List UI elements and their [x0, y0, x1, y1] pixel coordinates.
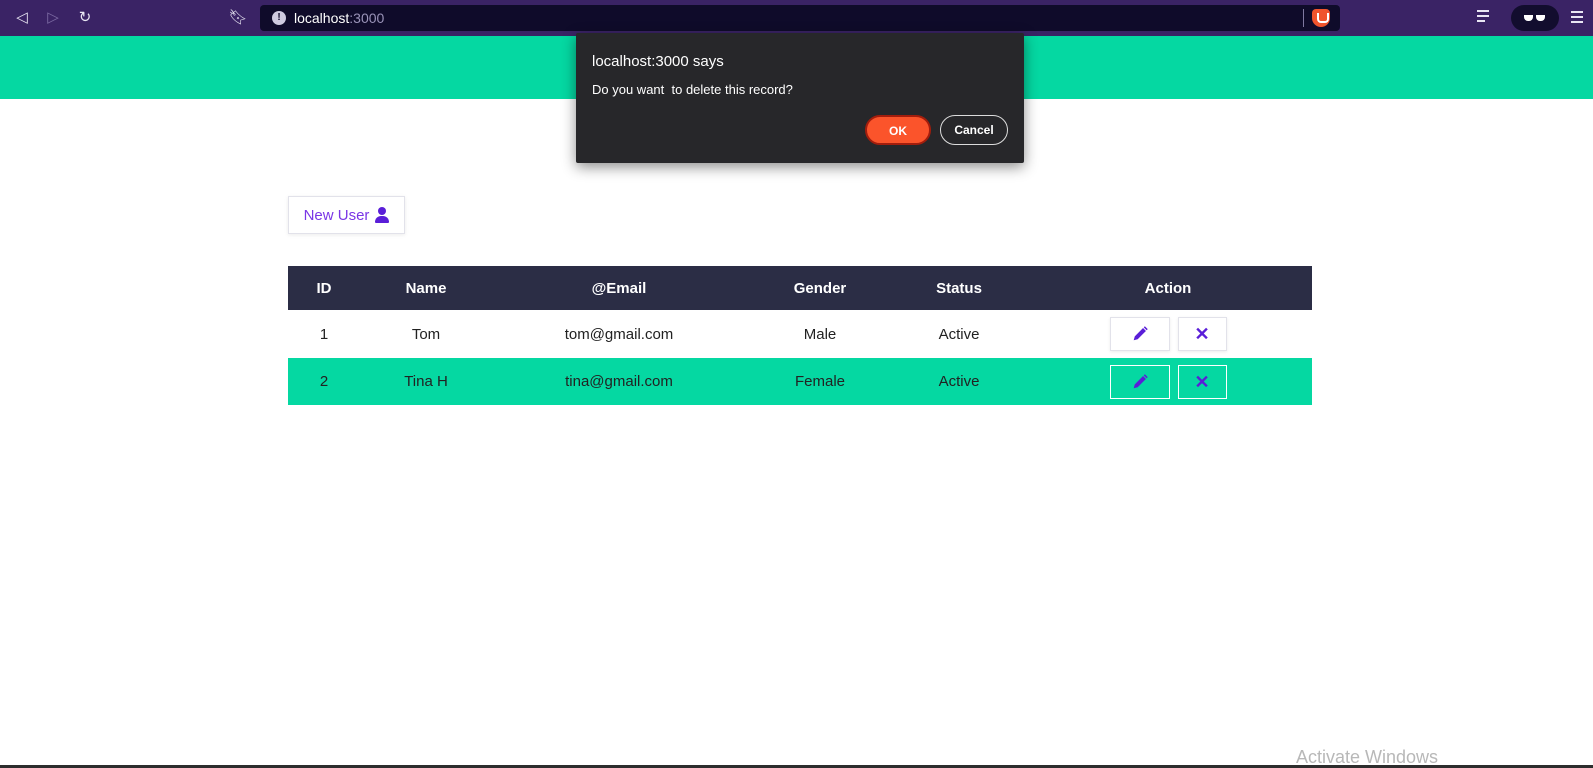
- delete-button[interactable]: ✕: [1177, 364, 1227, 399]
- url-divider: [1303, 9, 1304, 27]
- back-icon[interactable]: ◁: [12, 8, 32, 28]
- header-gender: Gender: [746, 266, 894, 310]
- cell-email: tina@gmail.com: [492, 358, 746, 405]
- cell-status: Active: [894, 358, 1024, 405]
- private-window-icon[interactable]: [1511, 5, 1559, 31]
- new-user-button[interactable]: New User: [288, 196, 405, 234]
- confirm-dialog: localhost:3000 says Do you want to delet…: [576, 33, 1024, 163]
- header-action: Action: [1024, 266, 1312, 310]
- site-info-icon[interactable]: !: [272, 11, 286, 25]
- user-icon: [375, 207, 390, 223]
- menu-icon[interactable]: [1571, 11, 1583, 26]
- forward-icon[interactable]: ▷: [43, 8, 63, 28]
- x-icon: ✕: [1194, 324, 1210, 344]
- pencil-icon: [1133, 373, 1148, 388]
- bookmark-icon[interactable]: 🔖︎: [228, 8, 248, 28]
- new-user-label: New User: [303, 206, 370, 224]
- table-header-row: ID Name @Email Gender Status Action: [288, 266, 1312, 310]
- header-email: @Email: [492, 266, 746, 310]
- cancel-button[interactable]: Cancel: [940, 115, 1008, 145]
- edit-button[interactable]: [1109, 364, 1170, 399]
- table-row: 1 Tom tom@gmail.com Male Active ✕: [288, 310, 1312, 358]
- users-table: ID Name @Email Gender Status Action 1 To…: [288, 266, 1312, 405]
- cell-action: ✕: [1024, 358, 1312, 405]
- ok-button[interactable]: OK: [865, 115, 931, 145]
- edit-button[interactable]: [1109, 317, 1170, 351]
- delete-button[interactable]: ✕: [1177, 317, 1227, 351]
- table-row: 2 Tina H tina@gmail.com Female Active ✕: [288, 358, 1312, 405]
- browser-toolbar: ◁ ▷ ↻ 🔖︎ ! localhost:3000: [0, 0, 1593, 36]
- cell-name: Tina H: [360, 358, 492, 405]
- x-icon: ✕: [1194, 371, 1210, 392]
- cell-email: tom@gmail.com: [564, 325, 674, 343]
- cell-status: Active: [938, 325, 980, 343]
- dialog-title: localhost:3000 says: [592, 53, 724, 70]
- header-id: ID: [288, 266, 360, 310]
- brave-shields-icon[interactable]: [1312, 9, 1330, 27]
- cell-id: 1: [319, 325, 329, 343]
- reload-icon[interactable]: ↻: [75, 8, 95, 28]
- dialog-message: Do you want to delete this record?: [592, 82, 793, 97]
- header-status: Status: [894, 266, 1024, 310]
- cell-action: ✕: [1024, 310, 1312, 358]
- cell-name: Tom: [411, 325, 441, 343]
- address-bar[interactable]: ! localhost:3000: [260, 5, 1340, 31]
- cell-gender: Male: [803, 325, 837, 343]
- header-name: Name: [360, 266, 492, 310]
- cell-id: 2: [288, 358, 360, 405]
- url-text: localhost:3000: [294, 10, 385, 26]
- playlist-icon[interactable]: [1477, 10, 1493, 24]
- pencil-icon: [1133, 326, 1148, 341]
- cell-gender: Female: [746, 358, 894, 405]
